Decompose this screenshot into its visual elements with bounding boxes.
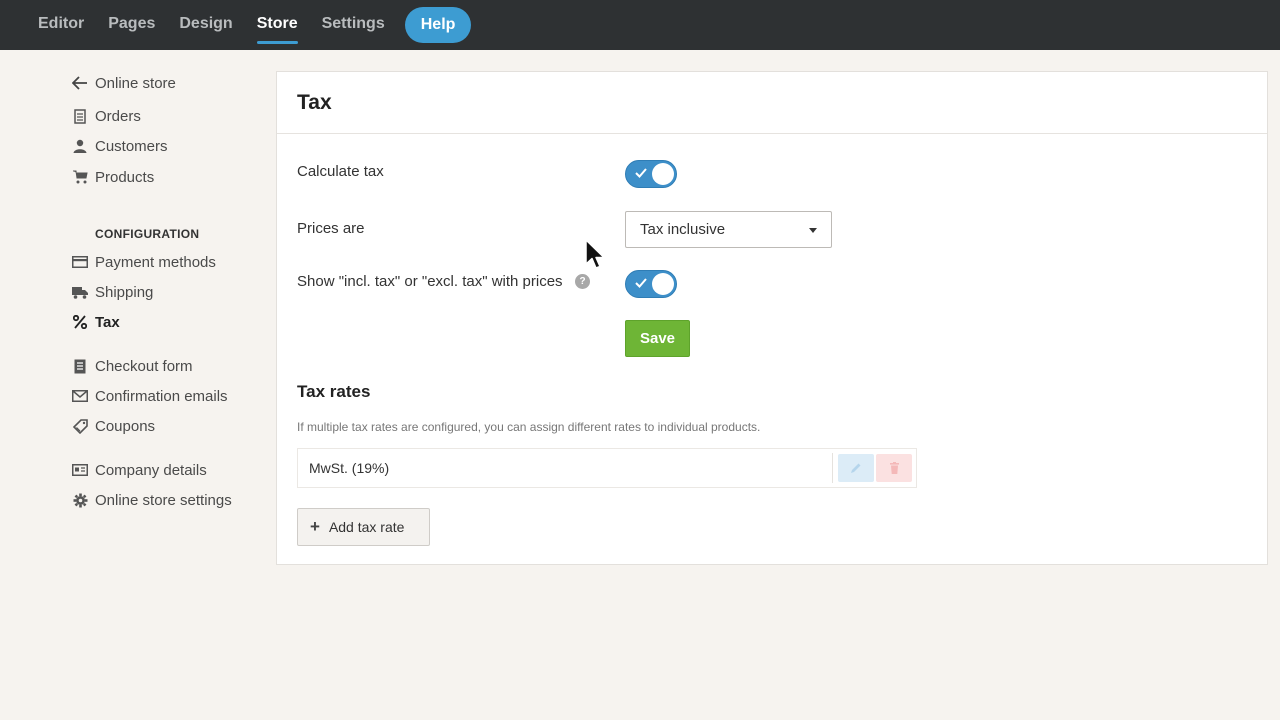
- sidebar-item-label: Online store: [95, 74, 176, 92]
- sidebar-item-confirmation-emails[interactable]: Confirmation emails: [72, 381, 228, 411]
- sidebar-item-orders[interactable]: Orders: [72, 101, 141, 131]
- cart-icon: [72, 169, 88, 185]
- receipt-icon: [72, 108, 88, 124]
- arrow-left-icon: [72, 75, 88, 91]
- sidebar-item-label: Payment methods: [95, 253, 216, 271]
- top-navigation: Editor Pages Design Store Settings Help: [0, 0, 1280, 50]
- sidebar-item-coupons[interactable]: Coupons: [72, 411, 155, 441]
- sidebar-item-customers[interactable]: Customers: [72, 131, 168, 161]
- add-tax-rate-label: Add tax rate: [328, 519, 405, 535]
- sidebar-item-label: Coupons: [95, 417, 156, 435]
- form-icon: [72, 358, 88, 374]
- tag-icon: [72, 418, 88, 434]
- tax-settings-panel: Tax Calculate tax Prices are Tax inclusi…: [276, 71, 1268, 565]
- trash-icon: [889, 462, 899, 474]
- sidebar-item-label: Shipping: [95, 283, 154, 301]
- checkmark-icon: [635, 168, 647, 178]
- add-tax-rate-button[interactable]: + Add tax rate: [297, 508, 430, 546]
- sidebar-item-label: Products: [95, 168, 155, 186]
- truck-icon: [72, 284, 88, 300]
- sidebar-item-online-store-settings[interactable]: Online store settings: [72, 485, 232, 515]
- show-incl-excl-toggle[interactable]: [625, 270, 677, 298]
- sidebar-item-label: Customers: [95, 137, 168, 155]
- credit-card-icon: [72, 254, 88, 270]
- tax-rate-name: MwSt. (19%): [309, 460, 390, 476]
- nav-editor[interactable]: Editor: [26, 0, 96, 50]
- tax-rate-row: MwSt. (19%): [297, 448, 917, 488]
- nav-store[interactable]: Store: [245, 0, 310, 50]
- prices-are-selected-value: Tax inclusive: [640, 221, 726, 238]
- toggle-knob: [652, 163, 674, 185]
- prices-are-select[interactable]: Tax inclusive: [625, 211, 832, 248]
- divider: [832, 453, 833, 483]
- percent-icon: [72, 314, 88, 330]
- save-button[interactable]: Save: [625, 320, 690, 357]
- sidebar-item-label: Checkout form: [95, 357, 193, 375]
- id-card-icon: [72, 462, 88, 478]
- plus-icon: +: [310, 517, 320, 536]
- sidebar-back-online-store[interactable]: Online store: [72, 68, 176, 98]
- checkmark-icon: [635, 278, 647, 288]
- edit-tax-rate-button[interactable]: [838, 454, 874, 482]
- nav-pages[interactable]: Pages: [96, 0, 167, 50]
- tax-rates-description: If multiple tax rates are configured, yo…: [297, 420, 761, 434]
- sidebar-item-company-details[interactable]: Company details: [72, 455, 207, 485]
- show-incl-excl-label: Show "incl. tax" or "excl. tax" with pri…: [297, 273, 563, 290]
- nav-design[interactable]: Design: [167, 0, 244, 50]
- caret-down-icon: [809, 228, 817, 233]
- help-button[interactable]: Help: [404, 7, 472, 43]
- person-icon: [72, 138, 88, 154]
- sidebar-configuration-heading: CONFIGURATION: [95, 227, 200, 241]
- sidebar-item-label: Confirmation emails: [95, 387, 228, 405]
- sidebar-item-tax[interactable]: Tax: [72, 307, 120, 337]
- sidebar-item-products[interactable]: Products: [72, 162, 154, 192]
- calculate-tax-label: Calculate tax: [297, 163, 384, 180]
- envelope-icon: [72, 388, 88, 404]
- sidebar-item-label: Orders: [95, 107, 141, 125]
- gear-icon: [72, 492, 88, 508]
- calculate-tax-toggle[interactable]: [625, 160, 677, 188]
- toggle-knob: [652, 273, 674, 295]
- mouse-cursor-icon: [585, 239, 605, 269]
- delete-tax-rate-button[interactable]: [876, 454, 912, 482]
- tax-rates-heading: Tax rates: [297, 382, 371, 401]
- question-mark-icon[interactable]: ?: [575, 274, 590, 289]
- sidebar-item-shipping[interactable]: Shipping: [72, 277, 153, 307]
- pencil-icon: [851, 463, 861, 473]
- nav-settings[interactable]: Settings: [310, 0, 397, 50]
- prices-are-label: Prices are: [297, 220, 365, 237]
- sidebar-item-payment-methods[interactable]: Payment methods: [72, 247, 216, 277]
- page-title: Tax: [277, 72, 1267, 134]
- sidebar-item-checkout-form[interactable]: Checkout form: [72, 351, 193, 381]
- sidebar-item-label: Company details: [95, 461, 207, 479]
- sidebar-item-label: Online store settings: [95, 491, 232, 509]
- sidebar-item-label: Tax: [95, 313, 120, 331]
